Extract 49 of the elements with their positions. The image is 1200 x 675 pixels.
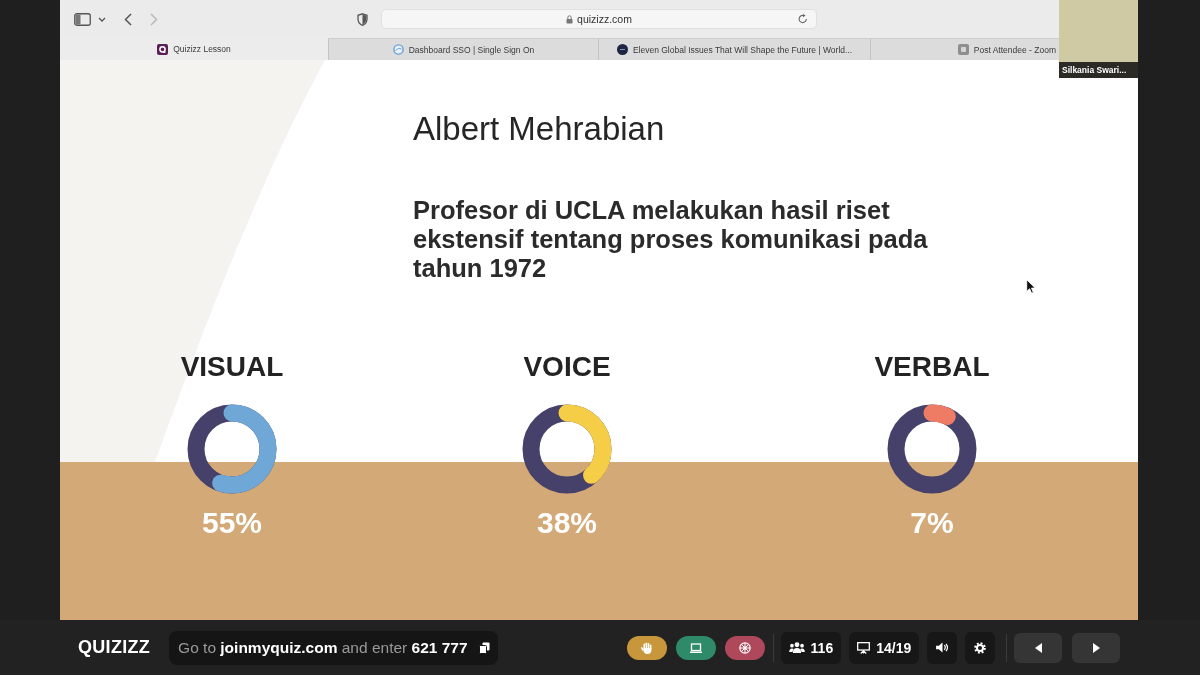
next-button[interactable] [1072,632,1121,663]
people-icon [788,642,805,653]
stat-percentage: 55% [201,506,262,540]
tab-favicon-icon [392,44,404,55]
logo-text: QUIZIZZ [78,637,151,658]
screen-icon [689,641,702,654]
slide-counter-button[interactable]: 14/19 [849,631,920,664]
wheel-icon [738,641,751,654]
caret-icon[interactable] [98,16,106,22]
back-button[interactable] [124,12,132,26]
lock-icon [566,14,574,24]
stat-label: VOICE [523,351,611,383]
speaker-icon [935,642,949,653]
address-bar[interactable]: quizizz.com [381,9,817,29]
screen-button[interactable] [675,635,716,660]
forward-icon [150,12,158,26]
stat-label: VISUAL [180,351,284,383]
caret-right-icon [1092,642,1100,653]
sidebar-button[interactable] [74,12,91,26]
join-instructions: Go to joinmyquiz.com and enter 621 777 [178,638,468,657]
caret-left-icon [1034,642,1042,653]
shield-icon[interactable] [357,12,368,26]
settings-button[interactable] [965,631,996,664]
tab-favicon-icon [616,44,628,55]
participants-button[interactable]: 116 [780,631,842,664]
browser-tab[interactable]: Quizizz Lesson [60,38,328,60]
back-icon [124,12,132,26]
stat-label: VERBAL [874,351,990,383]
previous-button[interactable] [1014,632,1063,663]
cursor-icon [1026,279,1036,294]
presentation-icon [857,641,871,654]
browser-tab[interactable]: Post Attendee - Zoom [870,38,1059,60]
stat-percentage: 38% [536,506,597,540]
tab-favicon-icon [957,44,969,55]
browser-tab[interactable]: Dashboard SSO | Single Sign On [328,38,598,60]
sound-button[interactable] [927,631,958,664]
hand-icon [640,641,653,654]
sidebar-icon [74,12,91,26]
tab-favicon-icon [157,43,169,55]
hand-button[interactable] [626,635,667,660]
settings-icon [974,641,987,654]
reload-icon[interactable] [798,14,808,24]
browser-tab[interactable]: Eleven Global Issues That Will Shape the Future | World... [598,38,870,60]
participant-name: Silkania Swari... [1059,62,1138,78]
copy-icon[interactable] [478,641,490,654]
slide-title: Albert Mehrabian [413,110,666,148]
stat-percentage: 7% [910,506,954,540]
slide-body-text: Profesor di UCLA melakukan hasil riset ekstensif tentang proses komunikasi pada tahun 1972 [413,196,929,283]
wheel-button[interactable] [724,635,765,660]
